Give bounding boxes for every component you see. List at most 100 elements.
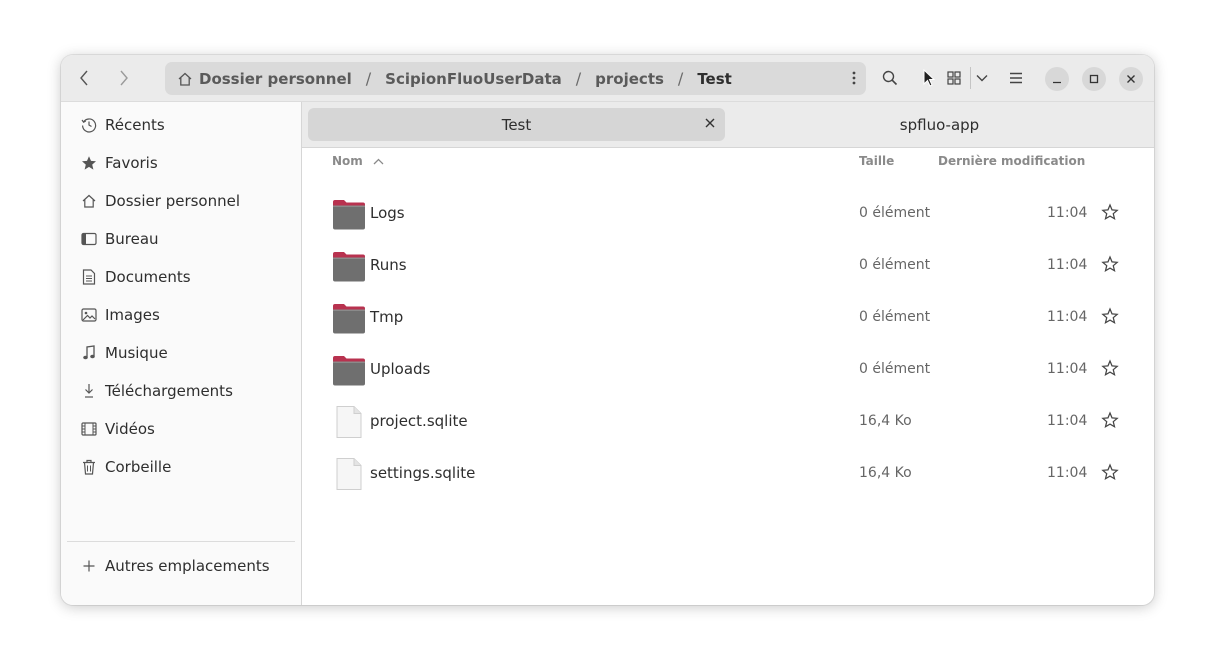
tab-test[interactable]: Test (308, 108, 725, 141)
breadcrumb-home[interactable]: Dossier personnel (199, 70, 352, 88)
trash-icon (80, 458, 98, 476)
column-header-modified[interactable]: Dernière modification (938, 154, 1085, 168)
back-button[interactable] (71, 66, 97, 90)
file-size: 0 élément (859, 257, 931, 273)
breadcrumb-separator: / (677, 69, 684, 88)
file-row[interactable]: Runs 0 élément 11:04 (302, 240, 1154, 292)
folder-icon (333, 200, 365, 230)
file-icon (336, 458, 362, 490)
view-options-dropdown[interactable] (974, 66, 990, 90)
hamburger-icon (1010, 72, 1022, 84)
star-outline-icon[interactable] (1101, 463, 1119, 481)
file-name: Logs (370, 204, 405, 222)
file-row[interactable]: Tmp 0 élément 11:04 (302, 292, 1154, 344)
folder-icon (333, 304, 365, 334)
sidebar-item-trash[interactable]: Corbeille (61, 448, 301, 486)
tab-spfluo-app[interactable]: spfluo-app (731, 108, 1148, 141)
file-modified: 11:04 (1047, 205, 1088, 221)
divider (970, 67, 971, 89)
mouse-pointer (923, 66, 935, 90)
clock-icon (80, 116, 98, 134)
sidebar-item-images[interactable]: Images (61, 296, 301, 334)
star-outline-icon[interactable] (1101, 307, 1119, 325)
column-header-name[interactable]: Nom (332, 154, 384, 168)
sidebar-item-favorites[interactable]: Favoris (61, 144, 301, 182)
search-button[interactable] (879, 66, 901, 90)
sidebar-item-label: Bureau (105, 230, 159, 248)
file-row[interactable]: project.sqlite 16,4 Ko 11:04 (302, 396, 1154, 448)
file-size: 0 élément (859, 309, 931, 325)
sidebar-item-desktop[interactable]: Bureau (61, 220, 301, 258)
file-name: project.sqlite (370, 412, 468, 430)
sidebar-divider (67, 541, 295, 542)
file-icon (336, 406, 362, 438)
star-outline-icon[interactable] (1101, 359, 1119, 377)
sidebar-item-label: Autres emplacements (105, 557, 270, 575)
sidebar-item-home[interactable]: Dossier personnel (61, 182, 301, 220)
file-name: Runs (370, 256, 407, 274)
star-icon (80, 154, 98, 172)
file-modified: 11:04 (1047, 361, 1088, 377)
file-row[interactable]: settings.sqlite 16,4 Ko 11:04 (302, 448, 1154, 500)
column-header-size[interactable]: Taille (859, 154, 894, 168)
desktop-icon (80, 230, 98, 248)
close-icon (1127, 75, 1135, 83)
sidebar-item-downloads[interactable]: Téléchargements (61, 372, 301, 410)
forward-button[interactable] (111, 66, 137, 90)
tab-label: spfluo-app (899, 115, 980, 134)
chevron-left-icon (80, 70, 88, 86)
chevron-right-icon (120, 70, 128, 86)
document-icon (80, 268, 98, 286)
sidebar-item-other-locations[interactable]: Autres emplacements (61, 547, 301, 585)
file-size: 16,4 Ko (859, 413, 912, 429)
sidebar-item-label: Dossier personnel (105, 192, 241, 210)
breadcrumb-scipionfluouserdata[interactable]: ScipionFluoUserData (385, 70, 562, 88)
tab-label: Test (501, 115, 532, 134)
breadcrumb-separator: / (575, 69, 582, 88)
search-icon (882, 70, 898, 86)
close-icon (705, 118, 715, 128)
download-icon (80, 382, 98, 400)
file-name: Uploads (370, 360, 431, 378)
sidebar-item-label: Corbeille (105, 458, 172, 476)
file-name: settings.sqlite (370, 464, 476, 482)
home-icon (80, 192, 98, 210)
sidebar-item-recents[interactable]: Récents (61, 106, 301, 144)
film-icon (80, 420, 98, 438)
sidebar-item-label: Récents (105, 116, 165, 134)
maximize-button[interactable] (1082, 67, 1106, 91)
file-row[interactable]: Uploads 0 élément 11:04 (302, 344, 1154, 396)
cursor-icon (923, 69, 935, 87)
sidebar-item-documents[interactable]: Documents (61, 258, 301, 296)
file-manager-window: Dossier personnel / ScipionFluoUserData … (61, 55, 1154, 605)
path-bar[interactable]: Dossier personnel / ScipionFluoUserData … (165, 62, 866, 95)
path-menu-button[interactable] (852, 70, 856, 90)
minimize-button[interactable] (1045, 67, 1069, 91)
star-outline-icon[interactable] (1101, 255, 1119, 273)
sidebar-item-videos[interactable]: Vidéos (61, 410, 301, 448)
vertical-dots-icon (852, 71, 856, 85)
star-outline-icon[interactable] (1101, 411, 1119, 429)
breadcrumb-current[interactable]: Test (697, 70, 732, 88)
music-icon (80, 344, 98, 362)
sidebar: Récents Favoris Dossier personnel Bureau… (61, 102, 302, 605)
maximize-icon (1089, 74, 1099, 84)
star-outline-icon[interactable] (1101, 203, 1119, 221)
breadcrumb-projects[interactable]: projects (595, 70, 664, 88)
folder-icon (333, 356, 365, 386)
sidebar-item-label: Téléchargements (105, 382, 233, 400)
tab-bar: Test spfluo-app (302, 102, 1154, 148)
view-grid-button[interactable] (945, 66, 963, 90)
close-button[interactable] (1119, 67, 1143, 91)
close-tab-button[interactable] (705, 118, 715, 128)
image-icon (80, 306, 98, 324)
sidebar-item-music[interactable]: Musique (61, 334, 301, 372)
main-menu-button[interactable] (1007, 66, 1025, 90)
breadcrumb-separator: / (365, 69, 372, 88)
file-modified: 11:04 (1047, 309, 1088, 325)
plus-icon (80, 557, 98, 575)
sidebar-item-label: Vidéos (105, 420, 155, 438)
file-row[interactable]: Logs 0 élément 11:04 (302, 188, 1154, 240)
file-size: 0 élément (859, 205, 931, 221)
file-modified: 11:04 (1047, 465, 1088, 481)
